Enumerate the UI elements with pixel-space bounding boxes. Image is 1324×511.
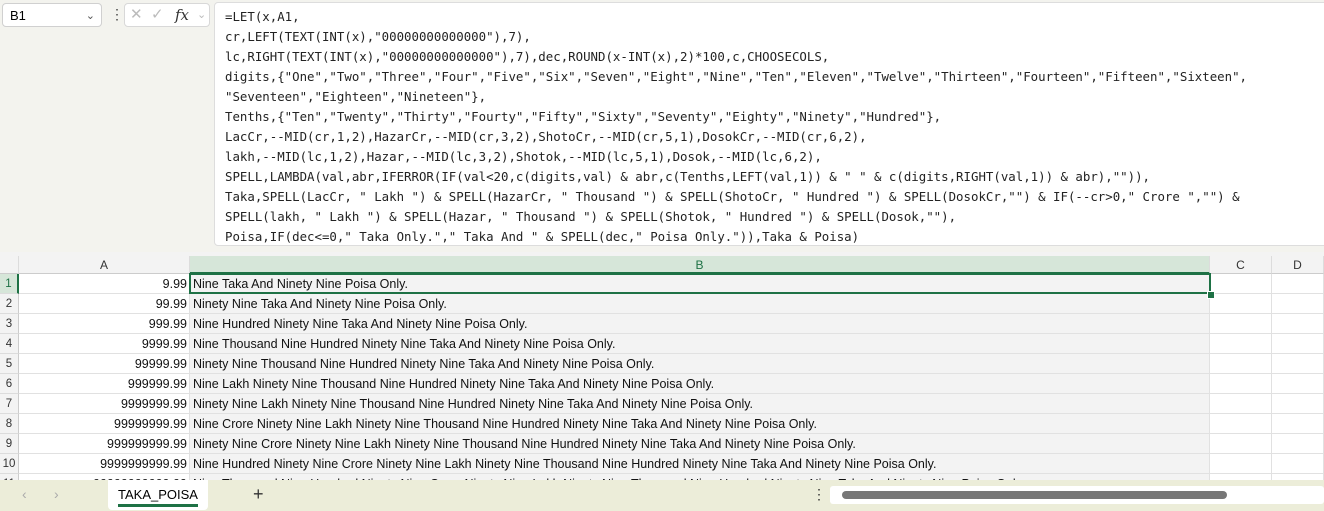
formula-line: "Seventeen","Eighteen","Nineteen"}, [225,89,487,104]
row-header[interactable]: 1 [0,274,19,294]
formula-line: cr,LEFT(TEXT(INT(x),"00000000000000"),7)… [225,29,531,44]
formula-input[interactable]: =LET(x,A1, cr,LEFT(TEXT(INT(x),"000000000… [214,2,1324,246]
cell-a[interactable]: 9999.99 [19,334,190,354]
table-row: 10 9999999999.99 Nine Hundred Ninety Nin… [0,454,1324,474]
cell-b[interactable]: Nine Taka And Ninety Nine Poisa Only. [190,274,1210,294]
formula-line: Poisa,IF(dec<=0," Taka Only."," Taka And… [225,229,860,244]
row-header[interactable]: 3 [0,314,19,334]
column-header-a[interactable]: A [19,256,190,274]
table-row: 8 99999999.99 Nine Crore Ninety Nine Lak… [0,414,1324,434]
column-header-b[interactable]: B [190,256,1210,274]
cell-a[interactable]: 999.99 [19,314,190,334]
cell-a[interactable]: 9.99 [19,274,190,294]
row-header[interactable]: 7 [0,394,19,414]
sheet-tab-label: TAKA_POISA [118,487,198,502]
table-row: 4 9999.99 Nine Thousand Nine Hundred Nin… [0,334,1324,354]
cell-c[interactable] [1210,414,1272,434]
table-row: 9 999999999.99 Ninety Nine Crore Ninety … [0,434,1324,454]
table-row: 2 99.99 Ninety Nine Taka And Ninety Nine… [0,294,1324,314]
row-header[interactable]: 8 [0,414,19,434]
more-options-icon[interactable]: ⋮ [812,486,826,503]
formula-line: =LET(x,A1, [225,9,300,24]
cell-d[interactable] [1272,314,1324,334]
active-tab-indicator [118,504,198,507]
cell-d[interactable] [1272,294,1324,314]
cell-b[interactable]: Nine Lakh Ninety Nine Thousand Nine Hund… [190,374,1210,394]
cell-c[interactable] [1210,294,1272,314]
cell-c[interactable] [1210,394,1272,414]
cancel-icon[interactable]: ✕ [130,4,143,26]
cell-c[interactable] [1210,454,1272,474]
cell-c[interactable] [1210,274,1272,294]
cell-b[interactable]: Nine Hundred Ninety Nine Taka And Ninety… [190,314,1210,334]
cell-d[interactable] [1272,394,1324,414]
cell-a[interactable]: 99999999.99 [19,414,190,434]
next-sheet-icon[interactable]: › [54,486,59,502]
table-row: 7 9999999.99 Ninety Nine Lakh Ninety Nin… [0,394,1324,414]
cell-c[interactable] [1210,334,1272,354]
cell-d[interactable] [1272,274,1324,294]
formula-line: LacCr,--MID(cr,1,2),HazarCr,--MID(cr,3,2… [225,129,867,144]
row-header[interactable]: 4 [0,334,19,354]
cell-b[interactable]: Nine Hundred Ninety Nine Crore Ninety Ni… [190,454,1210,474]
cell-d[interactable] [1272,434,1324,454]
cell-b[interactable]: Ninety Nine Taka And Ninety Nine Poisa O… [190,294,1210,314]
name-box-value: B1 [10,8,26,23]
cell-c[interactable] [1210,374,1272,394]
cell-a[interactable]: 9999999999.99 [19,454,190,474]
table-row: 5 99999.99 Ninety Nine Thousand Nine Hun… [0,354,1324,374]
row-header[interactable]: 6 [0,374,19,394]
add-sheet-button[interactable]: + [253,484,264,505]
prev-sheet-icon[interactable]: ‹ [22,486,27,502]
formula-controls: ✕ ✓ fx ⌄ [124,3,210,27]
cell-a[interactable]: 999999.99 [19,374,190,394]
column-header-c[interactable]: C [1210,256,1272,274]
cell-d[interactable] [1272,354,1324,374]
sheet-tab-taka-poisa[interactable]: TAKA_POISA [108,480,208,510]
cell-b[interactable]: Nine Thousand Nine Hundred Ninety Nine T… [190,334,1210,354]
cell-a[interactable]: 999999999.99 [19,434,190,454]
chevron-down-icon[interactable]: ⌄ [86,4,95,28]
formula-line: SPELL(lakh, " Lakh ") & SPELL(Hazar, " T… [225,209,957,224]
row-header[interactable]: 10 [0,454,19,474]
cell-a[interactable]: 9999999.99 [19,394,190,414]
more-options-icon[interactable]: ⋮ [110,6,124,23]
fill-handle[interactable] [1207,291,1215,299]
cell-a[interactable]: 99999.99 [19,354,190,374]
cell-b[interactable]: Ninety Nine Thousand Nine Hundred Ninety… [190,354,1210,374]
insert-function-icon[interactable]: fx [175,4,189,26]
chevron-down-icon[interactable]: ⌄ [197,4,206,26]
select-all-corner[interactable] [0,256,19,274]
cell-b[interactable]: Ninety Nine Lakh Ninety Nine Thousand Ni… [190,394,1210,414]
scrollbar-thumb[interactable] [842,491,1227,499]
row-header[interactable]: 9 [0,434,19,454]
cell-c[interactable] [1210,354,1272,374]
column-header-d[interactable]: D [1272,256,1324,274]
cell-c[interactable] [1210,434,1272,454]
cell-d[interactable] [1272,374,1324,394]
formula-line: lc,RIGHT(TEXT(INT(x),"00000000000000"),7… [225,49,830,64]
cell-d[interactable] [1272,454,1324,474]
name-box[interactable]: B1 ⌄ [2,3,102,27]
formula-line: Taka,SPELL(LacCr, " Lakh ") & SPELL(Haza… [225,189,1240,204]
enter-icon[interactable]: ✓ [151,4,164,26]
cell-c[interactable] [1210,314,1272,334]
cell-d[interactable] [1272,334,1324,354]
formula-bar: B1 ⌄ ⋮ ✕ ✓ fx ⌄ =LET(x,A1, cr,LEFT(TEXT(IN… [0,0,1324,252]
table-row: 3 999.99 Nine Hundred Ninety Nine Taka A… [0,314,1324,334]
table-row: 1 9.99 Nine Taka And Ninety Nine Poisa O… [0,274,1324,294]
formula-line: SPELL,LAMBDA(val,abr,IFERROR(IF(val<20,c… [225,169,1151,184]
cell-b[interactable]: Ninety Nine Crore Ninety Nine Lakh Ninet… [190,434,1210,454]
row-header[interactable]: 5 [0,354,19,374]
cell-b[interactable]: Nine Crore Ninety Nine Lakh Ninety Nine … [190,414,1210,434]
formula-line: digits,{"One","Two","Three","Four","Five… [225,69,1247,84]
table-row: 6 999999.99 Nine Lakh Ninety Nine Thousa… [0,374,1324,394]
horizontal-scrollbar[interactable] [830,486,1324,504]
row-header[interactable]: 2 [0,294,19,314]
cell-d[interactable] [1272,414,1324,434]
cell-a[interactable]: 99.99 [19,294,190,314]
formula-line: lakh,--MID(lc,1,2),Hazar,--MID(lc,3,2),S… [225,149,822,164]
formula-line: Tenths,{"Ten","Twenty","Thirty","Fourty"… [225,109,942,124]
sheet-tab-bar: ‹ › TAKA_POISA + ⋮ [0,480,1324,511]
